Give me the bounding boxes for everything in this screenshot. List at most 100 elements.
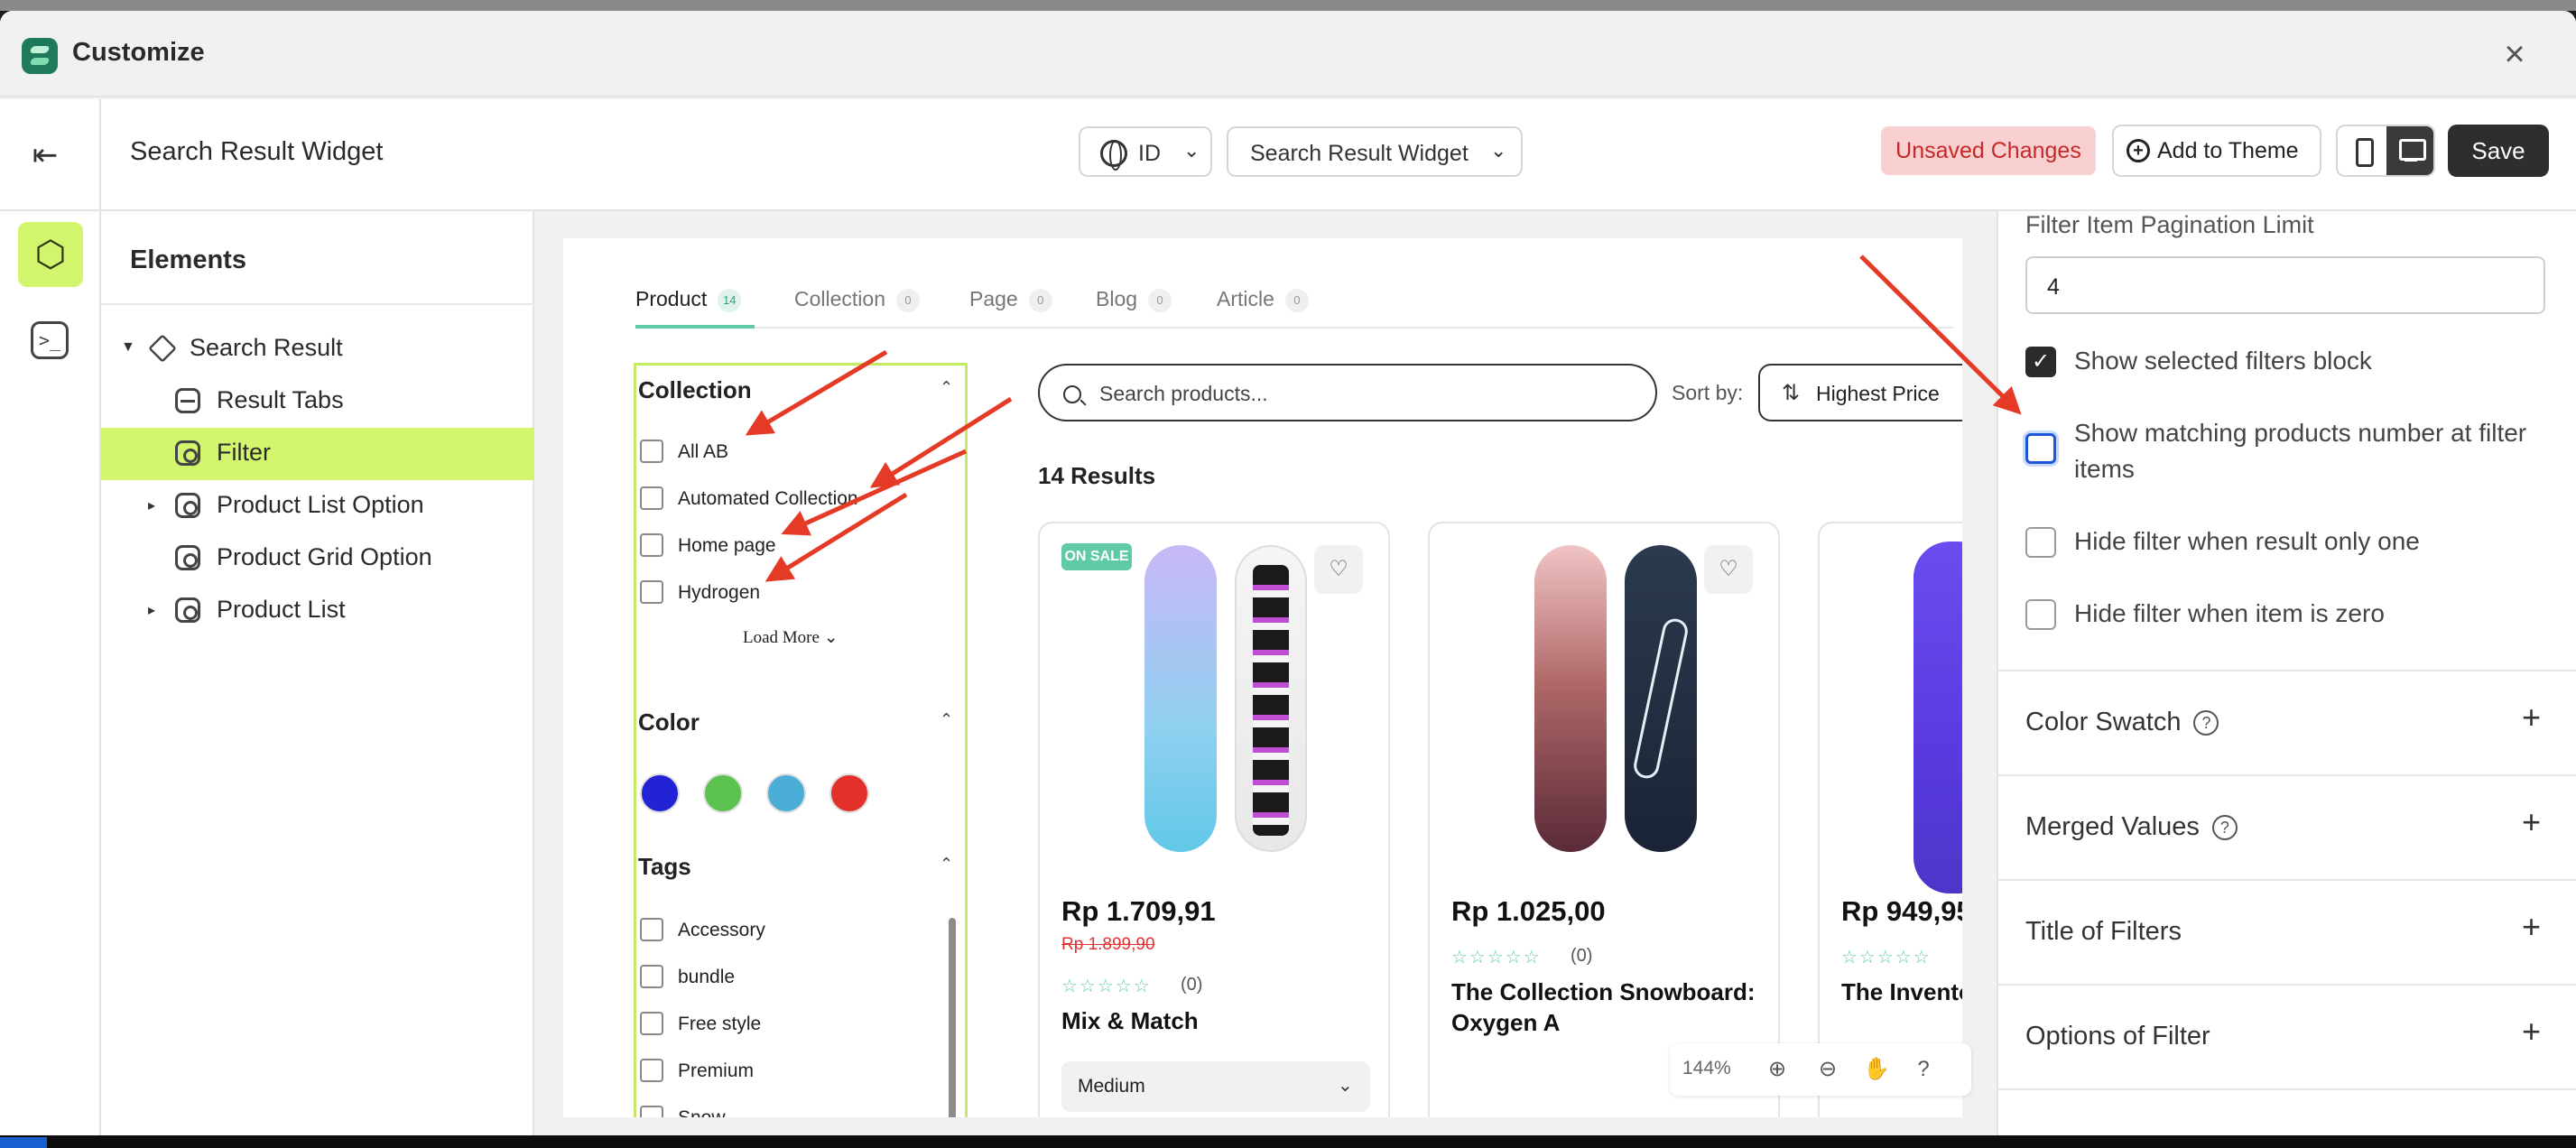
filter-checkbox[interactable] bbox=[640, 533, 663, 557]
tree-item-label: Product List bbox=[217, 596, 346, 623]
accordion-merged-values[interactable]: Merged Values? + bbox=[1998, 774, 2576, 879]
color-swatch[interactable] bbox=[640, 773, 680, 813]
search-input[interactable]: Search products... bbox=[1038, 364, 1657, 421]
accordion-title: Title of Filters bbox=[2025, 917, 2182, 946]
accordion-color-swatch[interactable]: Color Swatch? + bbox=[1998, 670, 2576, 774]
variant-select[interactable]: Medium ⌄ bbox=[1061, 1061, 1370, 1112]
element-icon bbox=[175, 440, 200, 466]
preview-canvas: Product 14 Collection 0 Page 0 Blog 0 Articl… bbox=[534, 211, 1997, 1135]
hand-pan-icon[interactable]: ✋ bbox=[1863, 1056, 1890, 1083]
filter-checkbox[interactable] bbox=[640, 1106, 663, 1117]
accordion-options-of-filter[interactable]: Options of Filter + bbox=[1998, 984, 2576, 1088]
product-image bbox=[1466, 542, 1744, 875]
product-card[interactable]: ♡ Rp 1.025,00 ☆☆☆☆☆ (0) The Collection S… bbox=[1428, 522, 1780, 1117]
product-card[interactable]: Rp 949,95 ☆☆☆☆☆ The Inventory Snowboard bbox=[1818, 522, 1962, 1117]
page-title: Search Result Widget bbox=[130, 137, 384, 166]
search-icon bbox=[1063, 385, 1081, 403]
accordion-title: Options of Filter bbox=[2025, 1022, 2210, 1051]
zoom-in-icon[interactable]: ⊕ bbox=[1764, 1056, 1791, 1083]
color-swatch[interactable] bbox=[829, 773, 869, 813]
search-placeholder: Search products... bbox=[1099, 382, 1268, 405]
filter-checkbox[interactable] bbox=[640, 1059, 663, 1082]
tree-item-product-grid-option[interactable]: Product Grid Option bbox=[101, 532, 534, 585]
widget-select[interactable]: Search Result Widget ⌄ bbox=[1227, 126, 1523, 177]
accordion-divider bbox=[1998, 1088, 2576, 1135]
hide-filter-result-one-checkbox[interactable] bbox=[2025, 527, 2056, 558]
filter-checkbox[interactable] bbox=[640, 1012, 663, 1035]
plus-icon[interactable]: + bbox=[2522, 803, 2541, 841]
chevron-up-icon[interactable]: ⌃ bbox=[940, 378, 953, 397]
left-rail: ⇤ ⬡ >_ bbox=[0, 99, 101, 1135]
color-swatch[interactable] bbox=[703, 773, 743, 813]
filter-tags-title: Tags bbox=[638, 853, 691, 880]
caret-right-icon[interactable]: ▸ bbox=[148, 496, 155, 514]
add-to-theme-button[interactable]: + Add to Theme bbox=[2112, 125, 2321, 177]
filter-option-label: Premium bbox=[678, 1060, 755, 1081]
filter-option-label: Home page bbox=[678, 535, 776, 556]
tree-item-label: Product List Option bbox=[217, 491, 424, 518]
code-terminal-icon[interactable]: >_ bbox=[31, 321, 69, 359]
show-selected-filters-checkbox[interactable]: ✓ bbox=[2025, 347, 2056, 377]
hide-filter-item-zero-checkbox[interactable] bbox=[2025, 599, 2056, 630]
help-icon[interactable]: ? bbox=[2211, 815, 2238, 841]
tree-item-product-list[interactable]: ▸ Product List bbox=[101, 585, 534, 637]
tab-count: 0 bbox=[896, 288, 920, 312]
tree-item-label: Search Result bbox=[190, 334, 343, 361]
accordion-label: Merged Values? bbox=[2025, 812, 2238, 842]
tab-article[interactable]: Article 0 bbox=[1217, 287, 1309, 312]
sort-select[interactable]: ⇅ Highest Price ⌄ bbox=[1758, 364, 1962, 421]
load-more-button[interactable]: Load More ⌄ bbox=[743, 627, 839, 648]
help-icon[interactable]: ? bbox=[1910, 1056, 1937, 1083]
product-card[interactable]: ON SALE ♡ Rp 1.709,91 Rp 1.899,90 ☆☆☆☆☆ … bbox=[1038, 522, 1390, 1117]
cube-icon bbox=[148, 334, 177, 363]
plus-icon[interactable]: + bbox=[2522, 699, 2541, 736]
elements-heading: Elements bbox=[130, 245, 246, 274]
product-name[interactable]: The Collection Snowboard: Oxygen A bbox=[1451, 977, 1776, 1038]
pagination-limit-input[interactable]: 4 bbox=[2025, 256, 2545, 314]
show-matching-products-checkbox[interactable] bbox=[2025, 433, 2056, 464]
heart-icon[interactable]: ♡ bbox=[1314, 545, 1363, 594]
tab-product[interactable]: Product 14 bbox=[635, 287, 742, 312]
tab-collection[interactable]: Collection 0 bbox=[794, 287, 920, 312]
tree-item-label: Product Grid Option bbox=[217, 543, 432, 570]
product-name[interactable]: Mix & Match bbox=[1061, 1005, 1386, 1036]
tree-item-product-list-option[interactable]: ▸ Product List Option bbox=[101, 480, 534, 532]
caret-down-icon[interactable]: ▼ bbox=[121, 339, 135, 356]
desktop-device-icon[interactable] bbox=[2386, 126, 2433, 175]
zoom-out-icon[interactable]: ⊖ bbox=[1814, 1056, 1841, 1083]
accordion-title-of-filters[interactable]: Title of Filters + bbox=[1998, 879, 2576, 984]
tab-blog[interactable]: Blog 0 bbox=[1096, 287, 1172, 312]
window-top-strip bbox=[0, 0, 2576, 11]
chevron-up-icon[interactable]: ⌃ bbox=[940, 855, 953, 874]
filter-checkbox[interactable] bbox=[640, 965, 663, 988]
product-name[interactable]: The Inventory Snowboard bbox=[1841, 977, 1962, 1007]
filter-checkbox[interactable] bbox=[640, 580, 663, 604]
filter-checkbox[interactable] bbox=[640, 918, 663, 941]
color-swatch[interactable] bbox=[766, 773, 806, 813]
heart-icon[interactable]: ♡ bbox=[1704, 545, 1753, 594]
filter-checkbox[interactable] bbox=[640, 486, 663, 510]
taskbar-item bbox=[0, 1137, 47, 1148]
save-button[interactable]: Save bbox=[2448, 125, 2549, 177]
tree-item-filter[interactable]: Filter bbox=[101, 428, 534, 480]
exit-icon[interactable]: ⇤ bbox=[27, 137, 63, 173]
close-icon[interactable]: × bbox=[2497, 36, 2533, 72]
filter-checkbox[interactable] bbox=[640, 440, 663, 463]
plus-icon[interactable]: + bbox=[2522, 908, 2541, 946]
language-select[interactable]: ID ⌄ bbox=[1079, 126, 1212, 177]
filter-option-label: Accessory bbox=[678, 920, 765, 940]
tree-item-search-result[interactable]: ▼ Search Result bbox=[101, 323, 534, 375]
filter-scrollbar[interactable] bbox=[949, 918, 956, 1117]
rating-stars-icon: ☆☆☆☆☆ bbox=[1841, 948, 1932, 967]
tree-item-result-tabs[interactable]: Result Tabs bbox=[101, 375, 534, 428]
zoom-toolbar: 144% ⊕ ⊖ ✋ ? bbox=[1670, 1043, 1971, 1096]
plus-icon[interactable]: + bbox=[2522, 1013, 2541, 1051]
mobile-device-icon[interactable] bbox=[2338, 126, 2386, 175]
caret-right-icon[interactable]: ▸ bbox=[148, 601, 155, 619]
chevron-up-icon[interactable]: ⌃ bbox=[940, 710, 953, 729]
elements-cube-icon[interactable]: ⬡ bbox=[18, 222, 83, 287]
tab-page[interactable]: Page 0 bbox=[969, 287, 1052, 312]
help-icon[interactable]: ? bbox=[2193, 710, 2219, 736]
variant-value: Medium bbox=[1078, 1076, 1145, 1097]
filter-option-label: Snow bbox=[678, 1107, 726, 1117]
